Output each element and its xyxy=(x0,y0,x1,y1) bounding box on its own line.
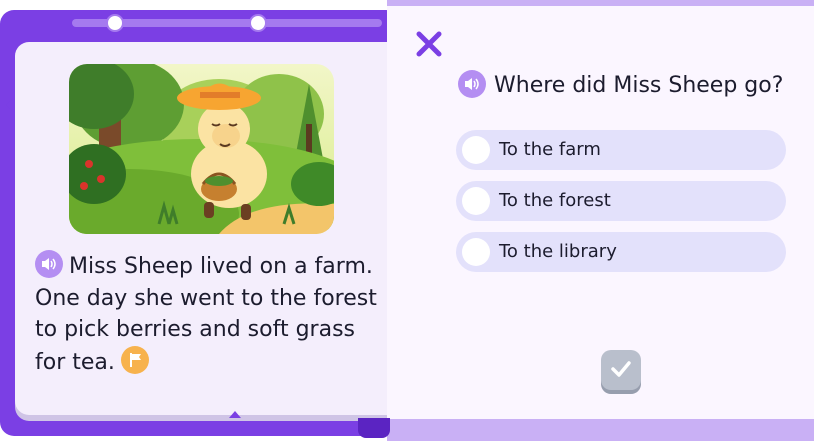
sheep-in-forest-illustration xyxy=(69,64,334,234)
speaker-icon[interactable] xyxy=(458,70,486,98)
check-answer-button[interactable] xyxy=(601,350,641,390)
answer-option-label: To the library xyxy=(499,241,617,262)
page-notch xyxy=(229,411,241,418)
question-text: Where did Miss Sheep go? xyxy=(494,73,784,98)
page-corner-tab xyxy=(358,418,390,438)
checkmark-icon xyxy=(611,361,631,377)
answer-option-label: To the forest xyxy=(499,190,611,211)
flag-icon[interactable] xyxy=(120,345,149,374)
radio-button[interactable] xyxy=(462,136,490,164)
story-line-1: Miss Sheep lived on a farm. xyxy=(35,250,380,283)
story-line-text: Miss Sheep lived on a farm. xyxy=(69,254,373,279)
story-line-2: One day she went to the forest xyxy=(35,285,377,311)
story-illustration xyxy=(69,64,334,234)
story-line-text: for tea. xyxy=(35,349,115,375)
answer-option[interactable]: To the library xyxy=(456,232,786,272)
story-line-3: to pick berries and soft grass xyxy=(35,317,355,342)
answer-option[interactable]: To the forest xyxy=(456,181,786,221)
story-line-4: for tea. xyxy=(35,345,380,379)
close-icon[interactable] xyxy=(415,30,443,58)
question-prompt: Where did Miss Sheep go? xyxy=(458,70,798,102)
panel-bottom-band xyxy=(387,419,814,441)
answer-option-label: To the farm xyxy=(499,139,601,160)
speaker-icon[interactable] xyxy=(35,250,63,278)
radio-button[interactable] xyxy=(462,187,490,215)
panel-top-band xyxy=(387,0,814,6)
radio-button[interactable] xyxy=(462,238,490,266)
answer-option[interactable]: To the farm xyxy=(456,130,786,170)
story-text: Miss Sheep lived on a farm. One day she … xyxy=(35,250,380,378)
progress-dot xyxy=(106,14,124,32)
progress-dot xyxy=(249,14,267,32)
